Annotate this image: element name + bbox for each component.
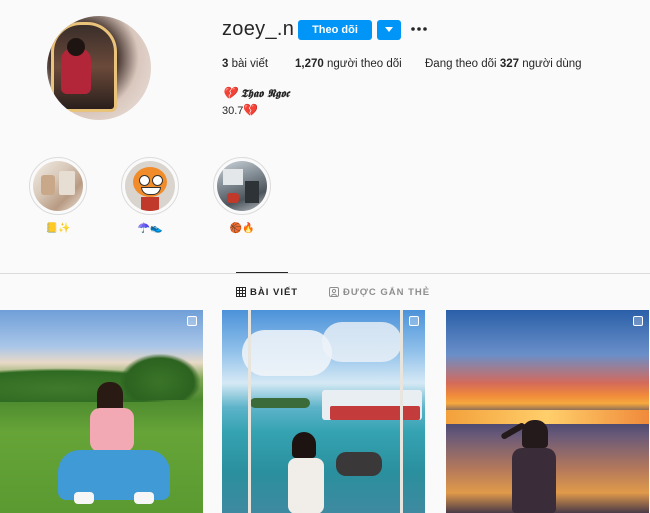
highlight-label: ☂️👟 bbox=[137, 223, 163, 234]
grid-icon bbox=[236, 287, 246, 300]
carousel-icon bbox=[409, 316, 419, 326]
highlight-ring bbox=[29, 157, 87, 215]
posts-label: bài viết bbox=[231, 58, 269, 70]
highlight-cover bbox=[125, 161, 175, 211]
broken-heart-icon: 💔 bbox=[243, 103, 259, 117]
active-tab-indicator bbox=[236, 272, 288, 273]
followers-label: người theo dõi bbox=[326, 58, 402, 70]
followers-stat[interactable]: 1,270 người theo dõi bbox=[295, 58, 402, 70]
highlight-item[interactable]: ☂️👟 bbox=[121, 157, 179, 235]
tagged-person-icon bbox=[329, 287, 339, 300]
tab-posts-label: BÀI VIẾT bbox=[250, 287, 299, 298]
broken-heart-icon: 💔 bbox=[222, 86, 237, 100]
tab-posts[interactable]: BÀI VIẾT bbox=[236, 287, 298, 300]
bio-display-name: 💔 𝕿𝖍𝖆𝖔 𝕹𝖌𝖔𝖈 bbox=[222, 86, 289, 101]
following-count: 327 bbox=[499, 58, 520, 70]
followers-count: 1,270 bbox=[295, 58, 324, 70]
post-thumbnail[interactable] bbox=[222, 310, 425, 513]
profile-username: zoey_.n bbox=[222, 18, 295, 40]
tab-tagged[interactable]: ĐƯỢC GẮN THẺ bbox=[329, 287, 430, 300]
bio-line: 30.7💔 bbox=[222, 103, 258, 117]
highlight-cover bbox=[33, 161, 83, 211]
posts-count: 3 bbox=[222, 58, 229, 70]
more-horizontal-icon bbox=[411, 27, 427, 31]
bio-name-text: 𝕿𝖍𝖆𝖔 𝕹𝖌𝖔𝖈 bbox=[240, 87, 290, 100]
following-suffix: người dùng bbox=[522, 58, 582, 70]
profile-avatar[interactable] bbox=[47, 16, 151, 120]
carousel-icon bbox=[633, 316, 643, 326]
following-prefix: Đang theo dõi bbox=[425, 58, 497, 70]
tab-tagged-label: ĐƯỢC GẮN THẺ bbox=[343, 287, 431, 298]
bio-line-text: 30.7 bbox=[222, 105, 244, 117]
highlight-item[interactable]: 📒✨ bbox=[29, 157, 87, 235]
carousel-icon bbox=[187, 316, 197, 326]
tabs-divider bbox=[0, 273, 650, 274]
post-thumbnail[interactable] bbox=[0, 310, 203, 513]
highlight-label: 🏀🔥 bbox=[229, 223, 255, 234]
follow-button[interactable]: Theo dõi bbox=[298, 20, 372, 40]
highlight-ring bbox=[213, 157, 271, 215]
chevron-down-icon bbox=[385, 27, 393, 32]
avatar-head-shape bbox=[67, 38, 85, 56]
posts-count-stat: 3 bài viết bbox=[222, 58, 268, 70]
highlight-cover bbox=[217, 161, 267, 211]
highlight-label: 📒✨ bbox=[45, 223, 71, 234]
following-stat[interactable]: Đang theo dõi 327 người dùng bbox=[425, 58, 582, 70]
highlight-item[interactable]: 🏀🔥 bbox=[213, 157, 271, 235]
more-options-button[interactable] bbox=[410, 22, 428, 36]
post-thumbnail[interactable] bbox=[446, 310, 649, 513]
highlight-ring bbox=[121, 157, 179, 215]
suggested-dropdown-button[interactable] bbox=[377, 20, 401, 40]
